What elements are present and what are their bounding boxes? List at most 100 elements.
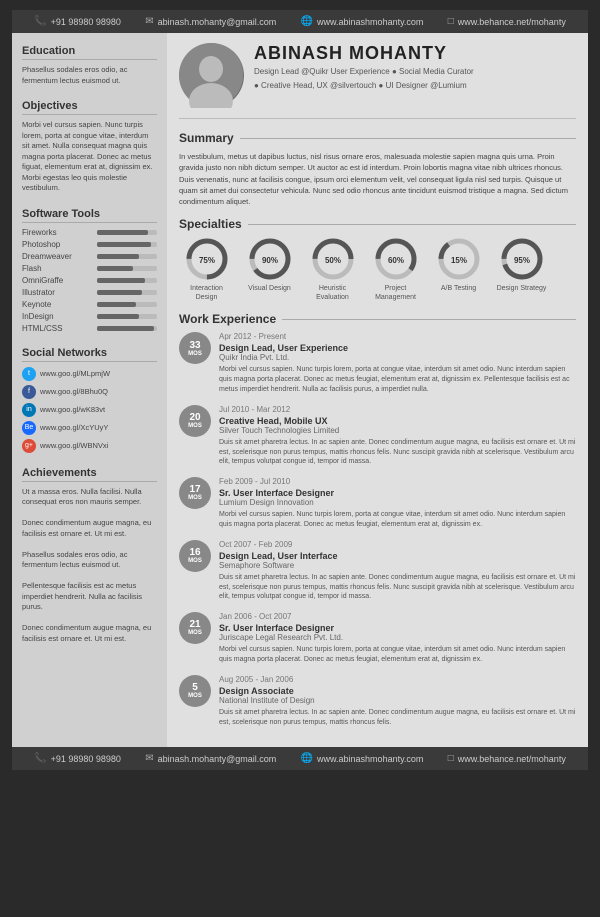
skill-bar-fill bbox=[97, 290, 142, 295]
work-period: Jul 2010 - Mar 2012 bbox=[219, 405, 576, 414]
social-icon: t bbox=[22, 367, 36, 381]
phone-text: +91 98980 98980 bbox=[51, 17, 121, 27]
badge-unit: MOS bbox=[188, 693, 202, 700]
work-badge: 33 MOS bbox=[179, 332, 211, 364]
svg-text:75%: 75% bbox=[198, 256, 214, 265]
bottom-phone-text: +91 98980 98980 bbox=[51, 754, 121, 764]
skill-item: Photoshop bbox=[22, 240, 157, 249]
education-title: Education bbox=[22, 45, 157, 60]
top-bar-behance: □ www.behance.net/mohanty bbox=[448, 16, 566, 27]
social-link: www.goo.gl/WBNVxi bbox=[40, 441, 108, 450]
specialty-name: Project Management bbox=[368, 284, 423, 302]
skill-item: Fireworks bbox=[22, 228, 157, 237]
achievements-section: Achievements Ut a massa eros. Nulla faci… bbox=[22, 467, 157, 645]
skill-bar-bg bbox=[97, 230, 157, 235]
work-role: Design Associate bbox=[219, 686, 576, 696]
social-icon: in bbox=[22, 403, 36, 417]
skill-bar-bg bbox=[97, 254, 157, 259]
email-icon: ✉ bbox=[145, 16, 153, 27]
social-link: www.goo.gl/wK83vt bbox=[40, 405, 105, 414]
specialty-name: Design Strategy bbox=[497, 284, 547, 293]
skill-bar-fill bbox=[97, 266, 133, 271]
profile-title1: Design Lead @Quikr User Experience ● Soc… bbox=[254, 66, 576, 78]
skill-item: OmniGraffe bbox=[22, 276, 157, 285]
specialty-item: 95% Design Strategy bbox=[494, 237, 549, 302]
education-text: Phasellus sodales eros odio, ac fermentu… bbox=[22, 65, 157, 86]
social-item: t www.goo.gl/MLpmjW bbox=[22, 367, 157, 381]
skill-item: Keynote bbox=[22, 300, 157, 309]
bottom-website-text: www.abinashmohanty.com bbox=[317, 754, 423, 764]
work-desc: Duis sit amet pharetra lectus. In ac sap… bbox=[219, 438, 576, 467]
skill-item: Flash bbox=[22, 264, 157, 273]
donut-container: 75% bbox=[185, 237, 229, 281]
objectives-text: Morbi vel cursus sapien. Nunc turpis lor… bbox=[22, 120, 157, 194]
work-company: Silver Touch Technologies Limited bbox=[219, 426, 576, 435]
svg-text:95%: 95% bbox=[513, 256, 529, 265]
skill-name: OmniGraffe bbox=[22, 276, 92, 285]
education-section: Education Phasellus sodales eros odio, a… bbox=[22, 45, 157, 86]
work-desc: Morbi vel cursus sapien. Nunc turpis lor… bbox=[219, 510, 576, 530]
achievements-text: Ut a massa eros. Nulla facilisi. Nulla c… bbox=[22, 487, 157, 645]
skill-bar-fill bbox=[97, 314, 139, 319]
bottom-behance-icon: □ bbox=[448, 753, 454, 764]
specialty-name: A/B Testing bbox=[441, 284, 476, 293]
specialties-grid: 75% Interaction Design 90% Visual Design… bbox=[179, 237, 576, 302]
work-content: Jan 2006 - Oct 2007 Sr. User Interface D… bbox=[219, 612, 576, 665]
summary-text: In vestibulum, metus ut dapibus luctus, … bbox=[179, 151, 576, 207]
work-item: 16 MOS Oct 2007 - Feb 2009 Design Lead, … bbox=[179, 540, 576, 602]
social-link: www.goo.gl/XcYUyY bbox=[40, 423, 108, 432]
social-link: www.goo.gl/MLpmjW bbox=[40, 369, 110, 378]
skill-name: HTML/CSS bbox=[22, 324, 92, 333]
profile-name: ABINASH MOHANTY bbox=[254, 43, 576, 64]
svg-text:50%: 50% bbox=[324, 256, 340, 265]
skill-bar-bg bbox=[97, 242, 157, 247]
work-company: National Institute of Design bbox=[219, 696, 576, 705]
skill-item: Illustrator bbox=[22, 288, 157, 297]
social-icon: Be bbox=[22, 421, 36, 435]
work-period: Feb 2009 - Jul 2010 bbox=[219, 477, 576, 486]
work-company: Quikr India Pvt. Ltd. bbox=[219, 353, 576, 362]
work-badge: 17 MOS bbox=[179, 477, 211, 509]
bottom-email: ✉ abinash.mohanty@gmail.com bbox=[145, 753, 276, 764]
behance-icon: □ bbox=[448, 16, 454, 27]
social-section: Social Networks t www.goo.gl/MLpmjW f ww… bbox=[22, 347, 157, 453]
work-role: Sr. User Interface Designer bbox=[219, 623, 576, 633]
skill-name: Dreamweaver bbox=[22, 252, 92, 261]
work-desc: Morbi vel cursus sapien. Nunc turpis lor… bbox=[219, 645, 576, 665]
svg-text:15%: 15% bbox=[450, 256, 466, 265]
social-item: f www.goo.gl/8Bhu0Q bbox=[22, 385, 157, 399]
work-list: 33 MOS Apr 2012 - Present Design Lead, U… bbox=[179, 332, 576, 727]
badge-unit: MOS bbox=[188, 495, 202, 502]
work-company: Juriscape Legal Research Pvt. Ltd. bbox=[219, 633, 576, 642]
badge-unit: MOS bbox=[188, 351, 202, 358]
skill-bar-fill bbox=[97, 254, 139, 259]
work-role: Sr. User Interface Designer bbox=[219, 488, 576, 498]
work-company: Lumium Design Innovation bbox=[219, 498, 576, 507]
email-text: abinash.mohanty@gmail.com bbox=[158, 17, 277, 27]
badge-num: 5 bbox=[192, 682, 198, 693]
main-content: Education Phasellus sodales eros odio, a… bbox=[12, 33, 588, 747]
social-title: Social Networks bbox=[22, 347, 157, 362]
specialty-item: 75% Interaction Design bbox=[179, 237, 234, 302]
social-item: Be www.goo.gl/XcYUyY bbox=[22, 421, 157, 435]
top-bar-phone: 📞 +91 98980 98980 bbox=[34, 16, 121, 27]
skill-bar-bg bbox=[97, 278, 157, 283]
work-desc: Duis sit amet pharetra lectus. In ac sap… bbox=[219, 573, 576, 602]
skill-item: Dreamweaver bbox=[22, 252, 157, 261]
bottom-website: 🌐 www.abinashmohanty.com bbox=[301, 753, 424, 764]
social-item: g+ www.goo.gl/WBNVxi bbox=[22, 439, 157, 453]
work-item: 21 MOS Jan 2006 - Oct 2007 Sr. User Inte… bbox=[179, 612, 576, 665]
work-content: Feb 2009 - Jul 2010 Sr. User Interface D… bbox=[219, 477, 576, 530]
badge-num: 16 bbox=[189, 547, 200, 558]
donut-container: 50% bbox=[311, 237, 355, 281]
work-badge: 16 MOS bbox=[179, 540, 211, 572]
work-desc: Duis sit amet pharetra lectus. In ac sap… bbox=[219, 708, 576, 728]
work-period: Aug 2005 - Jan 2006 bbox=[219, 675, 576, 684]
skill-name: Illustrator bbox=[22, 288, 92, 297]
skill-name: Photoshop bbox=[22, 240, 92, 249]
work-item: 5 MOS Aug 2005 - Jan 2006 Design Associa… bbox=[179, 675, 576, 728]
skill-bar-fill bbox=[97, 230, 148, 235]
specialty-item: 60% Project Management bbox=[368, 237, 423, 302]
bottom-email-icon: ✉ bbox=[145, 753, 153, 764]
profile-header: ABINASH MOHANTY Design Lead @Quikr User … bbox=[179, 43, 576, 119]
